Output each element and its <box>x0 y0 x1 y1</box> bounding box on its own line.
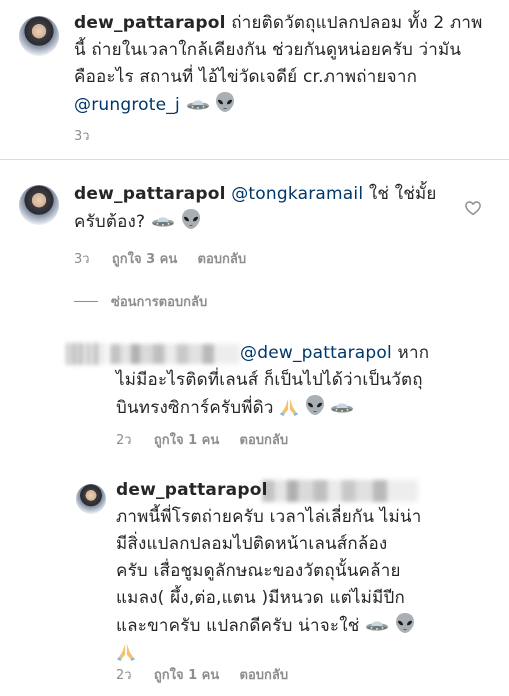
comment-text: แมลง( ผึ้ง,ต่อ,แตน )มีหนวด แต่ไม่มีปีก <box>116 588 405 608</box>
reply-button[interactable]: ตอบกลับ <box>240 433 289 448</box>
comment-line: บินทรงซิการ์ครับพี่ดิว <box>116 394 456 422</box>
comment-text: ภาพนี้พี่โรตถ่ายครับ เวลาไล่เลี่ยกัน ไม่… <box>116 507 422 527</box>
alien-emoji-icon <box>305 394 325 416</box>
avatar[interactable] <box>76 484 106 514</box>
comment-text: ถ่ายติดวัตถุแปลกปลอม ทั้ง 2 ภาพ <box>231 13 483 33</box>
comment-text: ไม่มีอะไรติดที่เลนส์ ก็เป็นไปได้ว่าเป็นว… <box>116 370 423 390</box>
reply-comment: dew_pattarapol ภาพนี้พี่โรตถ่ายครับ เวลา… <box>116 477 466 667</box>
username[interactable]: dew_pattarapol <box>116 480 268 500</box>
divider <box>0 159 509 160</box>
hide-replies-line <box>74 301 98 302</box>
likes-count[interactable]: ถูกใจ 3 คน <box>112 252 177 267</box>
comment-line: ครับต้อง? <box>74 208 444 236</box>
comment-time: 3ว <box>74 252 90 267</box>
comment-meta: 3ว ถูกใจ 3 คน ตอบกลับ <box>74 248 246 269</box>
ufo-emoji-icon <box>186 97 210 113</box>
comment-text: นี้ ถ่ายในเวลาใกล้เคียงกัน ช่วยกันดูหน่อ… <box>74 40 462 60</box>
username[interactable]: dew_pattarapol <box>74 184 226 204</box>
comment-meta: 2ว ถูกใจ 1 คน ตอบกลับ <box>116 429 288 450</box>
comment-line: และขาครับ แปลกดีครับ น่าจะใช่ <box>116 612 466 640</box>
comment-line: dew_pattarapol ถ่ายติดวัตถุแปลกปลอม ทั้ง… <box>74 10 504 37</box>
mention-link[interactable]: @rungrote_j <box>74 95 180 115</box>
comment-line: dew_pattarapol @tongkaramail ใช่ ใช่มั้ย <box>74 181 444 208</box>
ufo-emoji-icon <box>365 618 389 634</box>
likes-count[interactable]: ถูกใจ 1 คน <box>154 668 219 683</box>
ufo-emoji-icon <box>330 400 354 416</box>
comment-time: 3ว <box>74 129 90 144</box>
reply-button[interactable]: ตอบกลับ <box>240 668 289 683</box>
blurred-avatar <box>66 343 106 365</box>
comment-text: ใช่ ใช่มั้ย <box>368 184 437 204</box>
alien-emoji-icon <box>395 612 415 634</box>
comment-time: 2ว <box>116 668 132 683</box>
likes-count[interactable]: ถูกใจ 1 คน <box>154 433 219 448</box>
comment-time: 2ว <box>116 433 132 448</box>
hide-replies-button[interactable]: ซ่อนการตอบกลับ <box>111 291 207 312</box>
comment: dew_pattarapol @tongkaramail ใช่ ใช่มั้ย… <box>74 181 444 236</box>
reply-button[interactable]: ตอบกลับ <box>198 252 247 267</box>
comment-text: คืออะไร สถานที่ ไอ้ไข่วัดเจดีย์ cr.ภาพถ่… <box>74 67 418 87</box>
folded-hands-emoji-icon <box>116 641 136 661</box>
username[interactable]: dew_pattarapol <box>74 13 226 33</box>
mention-link[interactable]: @dew_pattarapol <box>240 343 392 363</box>
comment-text: มีสิ่งแปลกปลอมไปติดหน้าเลนส์กล้อง <box>116 534 388 554</box>
comment-text: บินทรงซิการ์ครับพี่ดิว <box>116 398 274 418</box>
avatar[interactable] <box>19 16 59 56</box>
comment-text: หาก <box>397 343 430 363</box>
comment-meta: 2ว ถูกใจ 1 คน ตอบกลับ <box>116 664 288 685</box>
comment-line: @rungrote_j <box>74 91 504 119</box>
comment-line: @dew_pattarapol หาก <box>116 340 456 367</box>
comment-text: ครับ เสื่อชูมดูลักษณะของวัตถุนั้นคล้าย <box>116 561 401 581</box>
comment-line <box>116 640 466 667</box>
alien-emoji-icon <box>215 91 235 113</box>
caption-comment: dew_pattarapol ถ่ายติดวัตถุแปลกปลอม ทั้ง… <box>74 10 504 119</box>
alien-emoji-icon <box>181 208 201 230</box>
folded-hands-emoji-icon <box>279 396 299 416</box>
comment-text: ครับต้อง? <box>74 212 146 232</box>
mention-link[interactable]: @tongkaramail <box>231 184 363 204</box>
avatar[interactable] <box>19 185 59 225</box>
reply-comment: @dew_pattarapol หาก ไม่มีอะไรติดที่เลนส์… <box>116 340 456 422</box>
comment-line: dew_pattarapol <box>116 477 466 504</box>
comment-text: และขาครับ แปลกดีครับ น่าจะใช่ <box>116 616 360 636</box>
heart-outline-icon[interactable] <box>464 199 482 217</box>
ufo-emoji-icon <box>151 214 175 230</box>
